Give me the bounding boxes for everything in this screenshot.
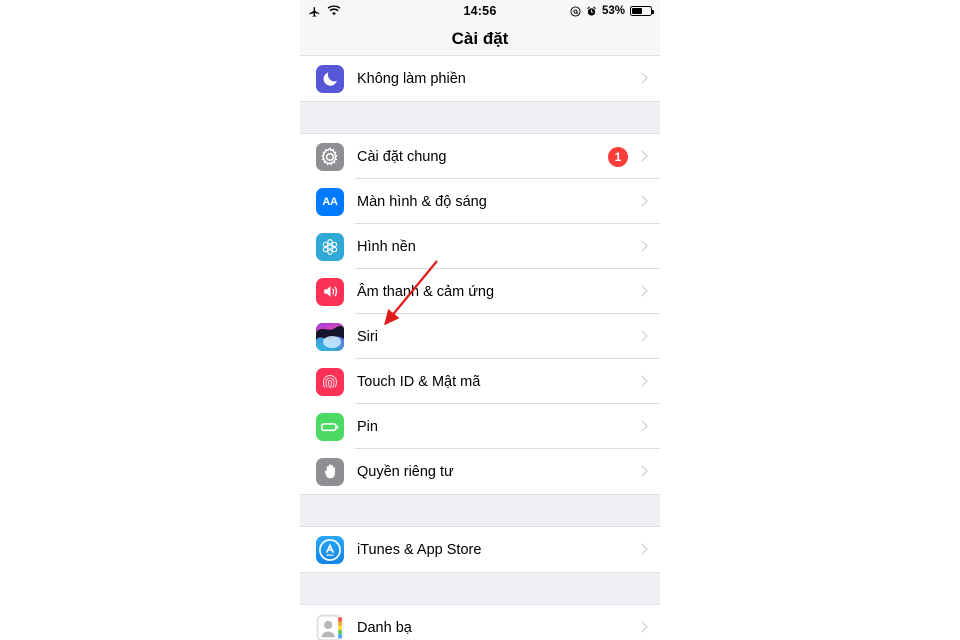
settings-row-h-nh-n-n[interactable]: Hình nền	[300, 224, 660, 269]
settings-row-itunes-app-store[interactable]: iTunes & App Store	[300, 527, 660, 572]
location-services-icon	[570, 5, 581, 17]
settings-row-pin[interactable]: Pin	[300, 404, 660, 449]
settings-row-m-thanh-c-m-ng[interactable]: Âm thanh & cảm ứng	[300, 269, 660, 314]
navigation-bar: Cài đặt	[300, 22, 660, 56]
wallpaper-flower-icon	[316, 232, 344, 261]
settings-row-danh-b[interactable]: Danh bạ	[300, 605, 660, 640]
siri-waveform	[316, 322, 344, 351]
settings-row-label: Touch ID & Mật mã	[357, 373, 481, 390]
moon-icon	[316, 64, 344, 93]
settings-row-label: Pin	[357, 418, 378, 435]
section-gap	[300, 572, 660, 605]
settings-row-label: Siri	[357, 328, 378, 345]
settings-row-label: Màn hình & độ sáng	[357, 193, 487, 210]
aa-glyph: AA	[322, 195, 338, 208]
settings-row-kh-ng-l-m-phi-n[interactable]: Không làm phiền	[300, 56, 660, 101]
gear-icon	[316, 142, 344, 171]
chevron-right-icon	[637, 375, 646, 389]
section-gap	[300, 101, 660, 134]
siri-icon	[316, 322, 344, 351]
settings-list[interactable]: Không làm phiền Cài đặt chung 1 AA Màn hình …	[300, 56, 660, 640]
chevron-right-icon	[637, 330, 646, 344]
battery-icon	[630, 6, 655, 16]
chevron-right-icon	[637, 150, 646, 164]
settings-row-c-i-t-chung[interactable]: Cài đặt chung 1	[300, 134, 660, 179]
speaker-icon	[316, 277, 344, 306]
chevron-right-icon	[637, 285, 646, 299]
chevron-right-icon	[637, 420, 646, 434]
screenshot-canvas: 14:56 53% Cài đặt Không làm phiền Cài đặ…	[0, 0, 960, 640]
settings-row-label: Âm thanh & cảm ứng	[357, 283, 495, 300]
chevron-right-icon	[637, 72, 646, 86]
settings-row-label: Cài đặt chung	[357, 148, 447, 165]
fingerprint-icon	[316, 367, 344, 396]
settings-row-m-n-h-nh-s-ng[interactable]: AA Màn hình & độ sáng	[300, 179, 660, 224]
battery-icon	[316, 412, 344, 441]
battery-percent-label: 53%	[601, 5, 625, 17]
settings-row-label: Hình nền	[357, 238, 416, 255]
section-gap	[300, 494, 660, 527]
settings-row-touch-id-m-t-m[interactable]: Touch ID & Mật mã	[300, 359, 660, 404]
status-bar: 14:56 53%	[300, 0, 660, 22]
display-brightness-icon: AA	[316, 187, 344, 216]
chevron-right-icon	[637, 621, 646, 635]
settings-row-quy-n-ri-ng-t[interactable]: Quyền riêng tư	[300, 449, 660, 494]
settings-row-siri[interactable]: Siri	[300, 314, 660, 359]
chevron-right-icon	[637, 465, 646, 479]
phone-screen: 14:56 53% Cài đặt Không làm phiền Cài đặ…	[300, 0, 660, 640]
alarm-clock-icon	[586, 6, 597, 17]
settings-row-label: Không làm phiền	[357, 70, 466, 87]
settings-row-label: iTunes & App Store	[357, 541, 482, 558]
hand-icon	[316, 457, 344, 486]
chevron-right-icon	[637, 195, 646, 209]
chevron-right-icon	[637, 240, 646, 254]
app-store-icon	[316, 535, 344, 564]
status-badge: 1	[608, 146, 628, 167]
settings-row-label: Quyền riêng tư	[357, 463, 454, 480]
page-title: Cài đặt	[451, 28, 509, 48]
contacts-icon	[316, 613, 344, 640]
chevron-right-icon	[637, 543, 646, 557]
status-bar-right: 53%	[570, 5, 655, 17]
settings-row-label: Danh bạ	[357, 619, 412, 636]
